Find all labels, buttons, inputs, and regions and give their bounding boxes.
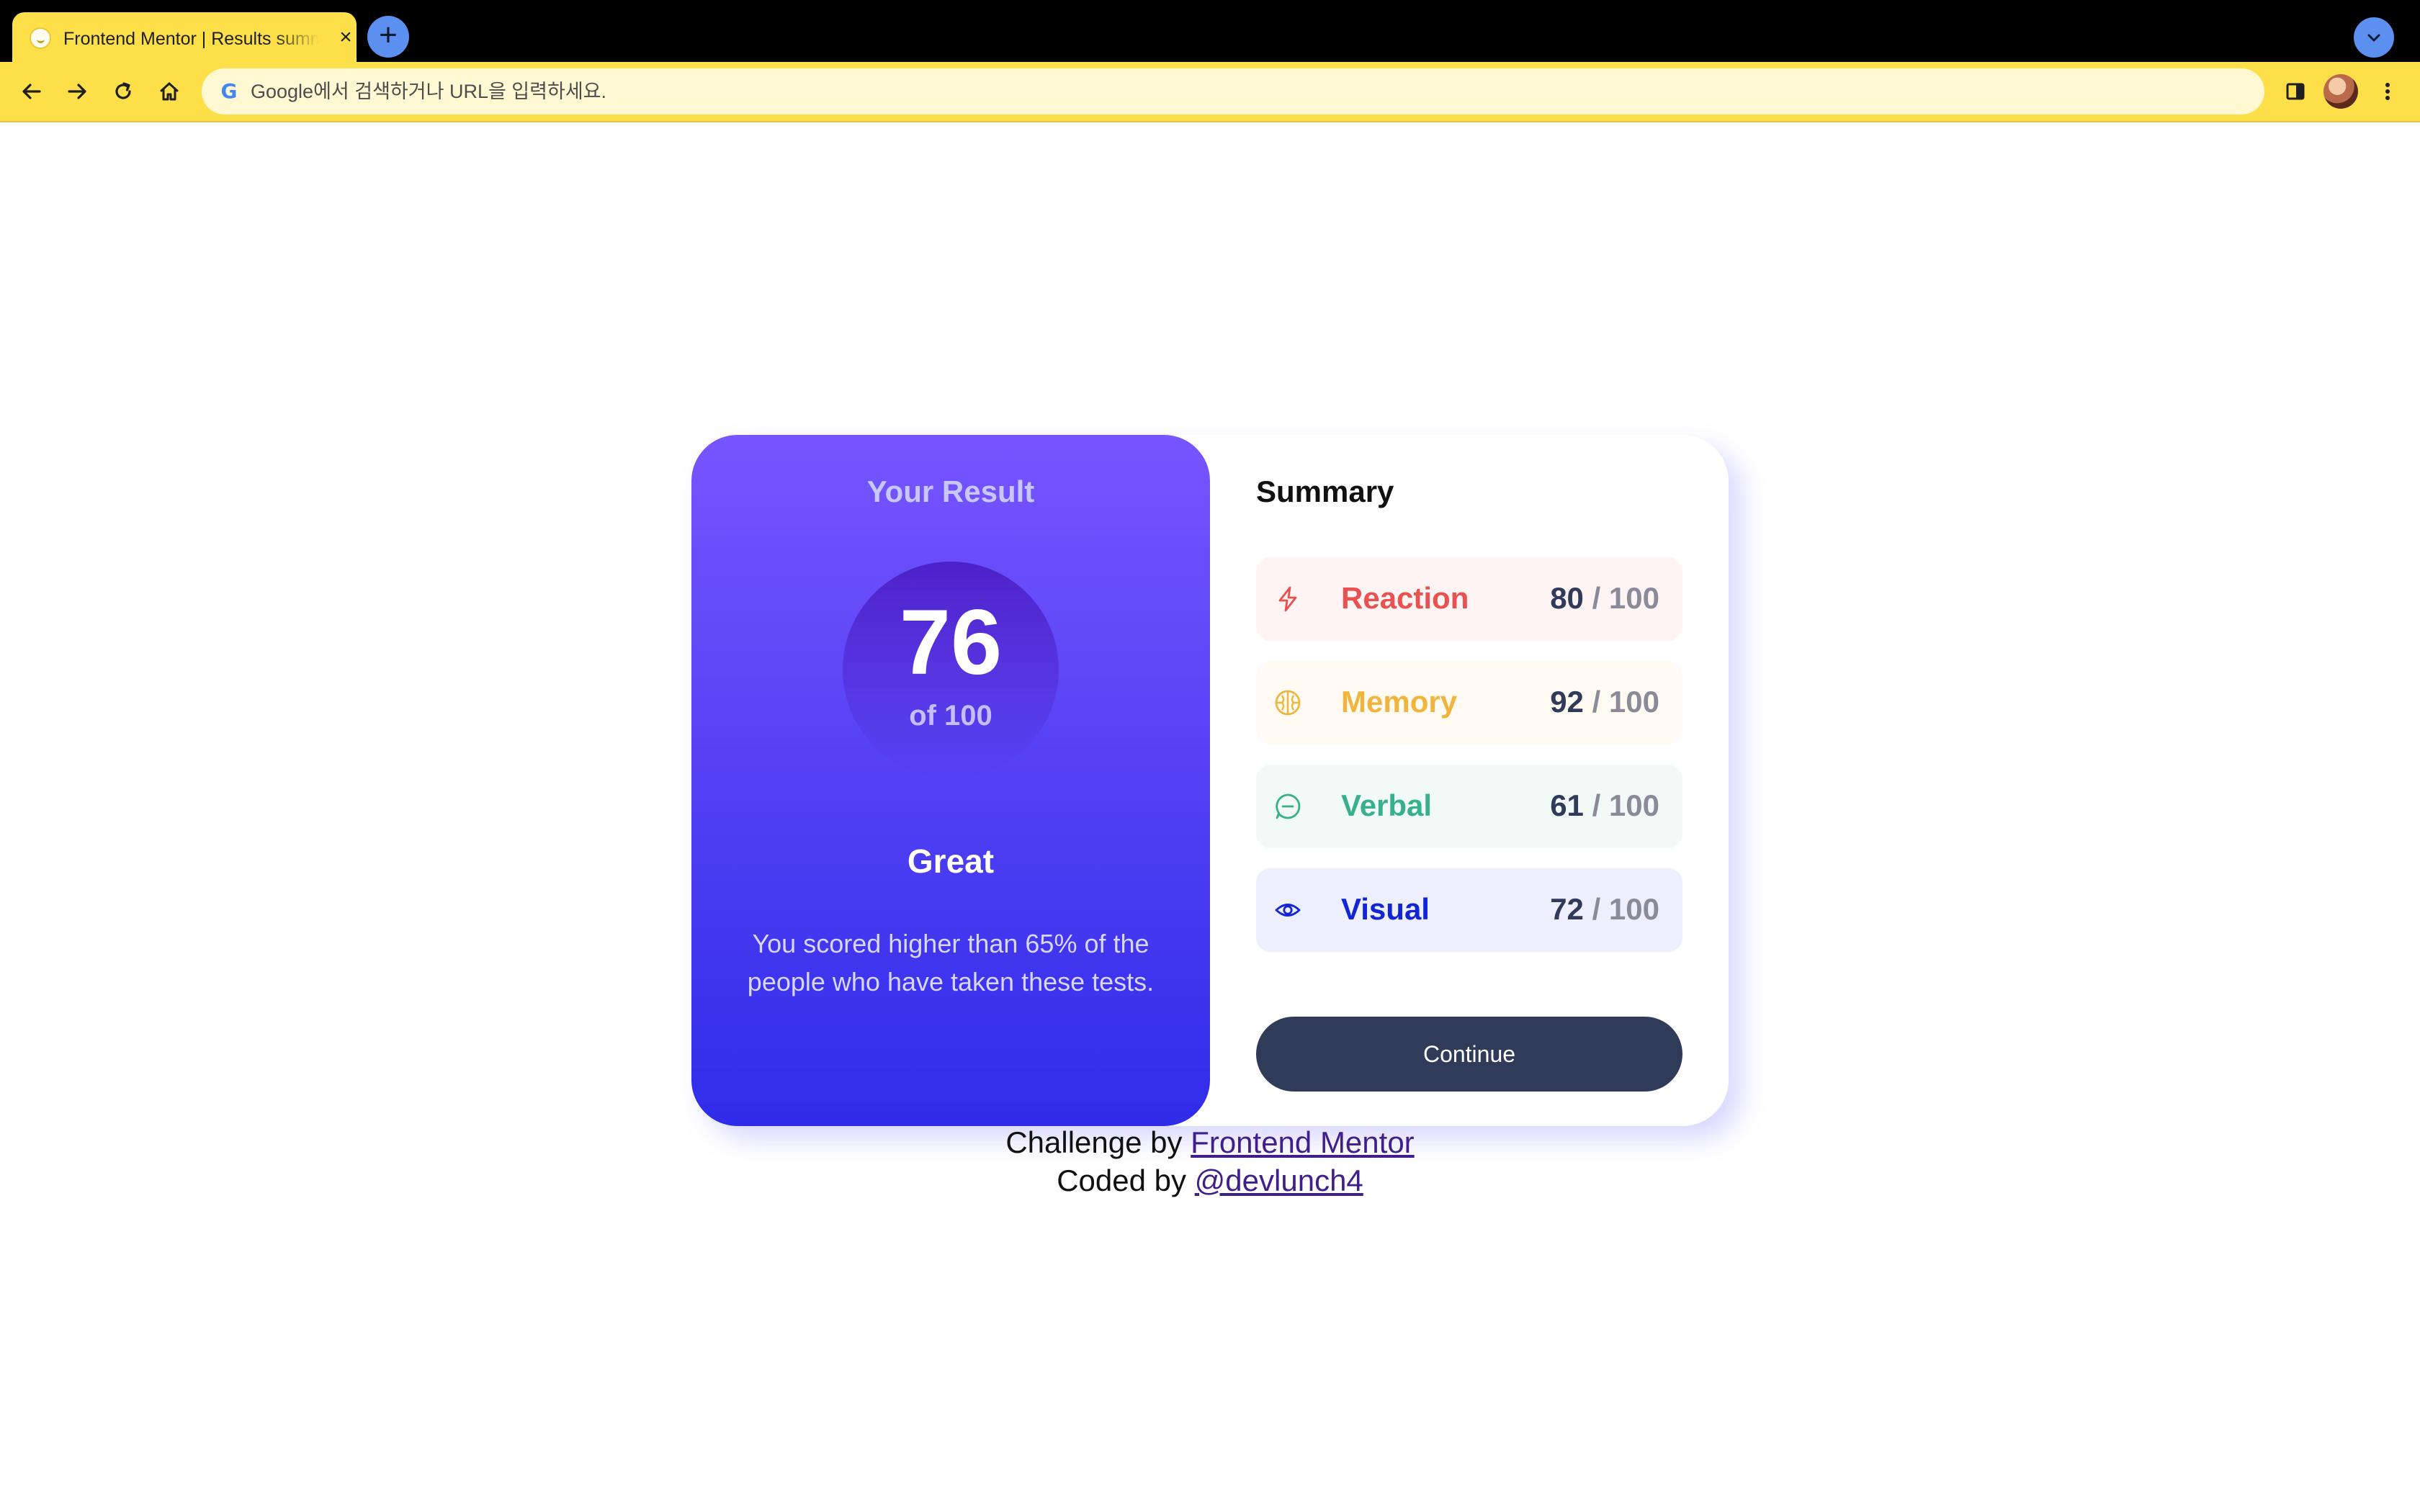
summary-panel: Summary Reaction 80 / 100 Memory 92 / 10…	[1210, 435, 1729, 1126]
rating-label: Great	[907, 842, 995, 880]
eye-icon	[1275, 904, 1301, 917]
arrow-left-icon	[22, 84, 41, 99]
score-max: / 100	[1592, 581, 1659, 615]
tab-title: Frontend Mentor | Results summary compon…	[63, 29, 319, 49]
brain-icon	[1275, 690, 1301, 716]
score-value: 61	[1550, 788, 1584, 822]
summary-title: Summary	[1256, 474, 1394, 508]
address-placeholder: Google에서 검색하거나 URL을 입력하세요.	[251, 81, 607, 102]
new-tab-button[interactable]: +	[367, 16, 409, 58]
address-bar[interactable]: G Google에서 검색하거나 URL을 입력하세요.	[202, 68, 2264, 114]
score-out-of: of 100	[909, 700, 992, 732]
summary-item-score: 72 / 100	[1550, 888, 1659, 931]
summary-item-label: Reaction	[1341, 581, 1469, 615]
browser-toolbar: G Google에서 검색하거나 URL을 입력하세요.	[0, 62, 2420, 122]
menu-button[interactable]	[2370, 73, 2406, 109]
tab-strip: Frontend Mentor | Results summary compon…	[0, 0, 2420, 62]
google-icon: G	[220, 79, 238, 103]
author-link[interactable]: @devlunch4	[1195, 1164, 1363, 1197]
chat-bubble-icon	[1276, 793, 1301, 819]
profile-avatar[interactable]	[2323, 74, 2358, 109]
lightning-icon	[1278, 586, 1297, 612]
reload-icon	[115, 82, 131, 99]
score-max: / 100	[1592, 788, 1659, 822]
reload-button[interactable]	[105, 73, 141, 109]
chevron-down-icon	[2367, 34, 2380, 42]
tab-search-button[interactable]	[2354, 17, 2394, 58]
side-panel-icon	[2286, 83, 2305, 100]
tab-close-icon[interactable]: ×	[334, 27, 357, 50]
arrow-right-icon	[68, 84, 86, 99]
summary-item-label: Visual	[1341, 892, 1430, 926]
back-button[interactable]	[14, 73, 50, 109]
forward-button[interactable]	[59, 73, 95, 109]
summary-item-label: Verbal	[1341, 788, 1433, 822]
summary-item-label: Memory	[1341, 685, 1458, 719]
home-button[interactable]	[151, 73, 187, 109]
summary-item-score: 61 / 100	[1550, 784, 1659, 827]
score-value: 92	[1550, 685, 1584, 719]
summary-item-memory: Memory 92 / 100	[1256, 661, 1682, 744]
coded-credit: Coded by @devlunch4	[691, 1161, 1729, 1200]
score-value: 80	[1550, 581, 1584, 615]
coded-prefix: Coded by	[1057, 1164, 1186, 1197]
result-panel: Your Result 76 of 100 Great You scored h…	[691, 435, 1210, 1126]
score-value: 76	[899, 591, 1003, 694]
active-tab[interactable]: Frontend Mentor | Results summary compon…	[12, 12, 357, 62]
continue-button[interactable]: Continue	[1256, 1017, 1682, 1092]
frontend-mentor-link[interactable]: Frontend Mentor	[1191, 1125, 1415, 1159]
attribution: Challenge by Frontend Mentor Coded by @d…	[691, 1123, 1729, 1200]
challenge-credit: Challenge by Frontend Mentor	[691, 1123, 1729, 1161]
site-favicon-icon	[30, 27, 51, 49]
result-description: You scored higher than 65% of the people…	[747, 929, 1155, 996]
score-circle: 76 of 100	[843, 562, 1059, 778]
home-icon	[160, 82, 179, 101]
summary-item-verbal: Verbal 61 / 100	[1256, 765, 1682, 848]
side-panel-button[interactable]	[2277, 73, 2313, 109]
challenge-prefix: Challenge by	[1005, 1125, 1183, 1159]
summary-item-score: 80 / 100	[1550, 577, 1659, 620]
summary-item-score: 92 / 100	[1550, 680, 1659, 724]
kebab-menu-icon	[2385, 83, 2390, 100]
score-value: 72	[1550, 892, 1584, 926]
score-max: / 100	[1592, 892, 1659, 926]
result-heading: Your Result	[866, 474, 1035, 508]
summary-item-visual: Visual 72 / 100	[1256, 868, 1682, 952]
score-max: / 100	[1592, 685, 1659, 719]
summary-item-reaction: Reaction 80 / 100	[1256, 557, 1682, 641]
